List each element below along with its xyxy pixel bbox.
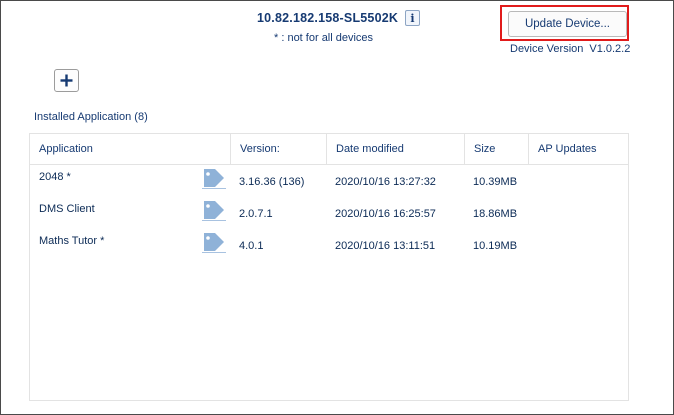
update-device-button[interactable]: Update Device...: [508, 11, 627, 37]
tag-icon[interactable]: [201, 167, 227, 189]
add-application-button[interactable]: [54, 69, 79, 92]
app-version: 4.0.1: [239, 240, 264, 252]
device-name: 10.82.182.158-SL5502K: [257, 11, 399, 25]
app-size: 10.39MB: [473, 176, 518, 188]
installed-applications-label: Installed Application (8): [34, 111, 148, 123]
table-row[interactable]: DMS Client 2.0.7.1 2020/10/16 16:25:57 1…: [30, 197, 628, 229]
column-header-size[interactable]: Size: [464, 134, 528, 164]
app-version: 3.16.36 (136): [239, 176, 305, 188]
column-header-application[interactable]: Application: [30, 134, 230, 164]
tag-icon[interactable]: [201, 199, 227, 221]
table-header: Application Version: Date modified Size …: [30, 134, 628, 165]
app-date-modified: 2020/10/16 16:25:57: [335, 208, 436, 220]
device-version-value: V1.0.2.2: [589, 43, 631, 55]
applications-table: Application Version: Date modified Size …: [29, 133, 629, 401]
app-name: 2048 *: [39, 171, 71, 183]
app-size: 10.19MB: [473, 240, 518, 252]
column-header-ap-updates[interactable]: AP Updates: [528, 134, 628, 164]
device-version-label: Device Version: [510, 43, 584, 55]
app-version: 2.0.7.1: [239, 208, 273, 220]
app-date-modified: 2020/10/16 13:27:32: [335, 176, 436, 188]
column-header-date-modified[interactable]: Date modified: [326, 134, 464, 164]
app-size: 18.86MB: [473, 208, 518, 220]
column-header-version[interactable]: Version:: [230, 134, 326, 164]
not-for-all-note: * : not for all devices: [274, 32, 374, 44]
plus-icon: [60, 74, 73, 87]
table-row[interactable]: 2048 * 3.16.36 (136) 2020/10/16 13:27:32…: [30, 165, 628, 197]
info-icon[interactable]: i: [405, 10, 420, 26]
app-name: DMS Client: [39, 203, 95, 215]
device-version: Device Version V1.0.2.2: [510, 43, 630, 55]
table-row[interactable]: Maths Tutor * 4.0.1 2020/10/16 13:11:51 …: [30, 229, 628, 261]
tag-icon[interactable]: [201, 231, 227, 253]
app-date-modified: 2020/10/16 13:11:51: [335, 240, 436, 252]
app-name: Maths Tutor *: [39, 235, 105, 247]
device-panel: 10.82.182.158-SL5502K i * : not for all …: [0, 0, 674, 415]
